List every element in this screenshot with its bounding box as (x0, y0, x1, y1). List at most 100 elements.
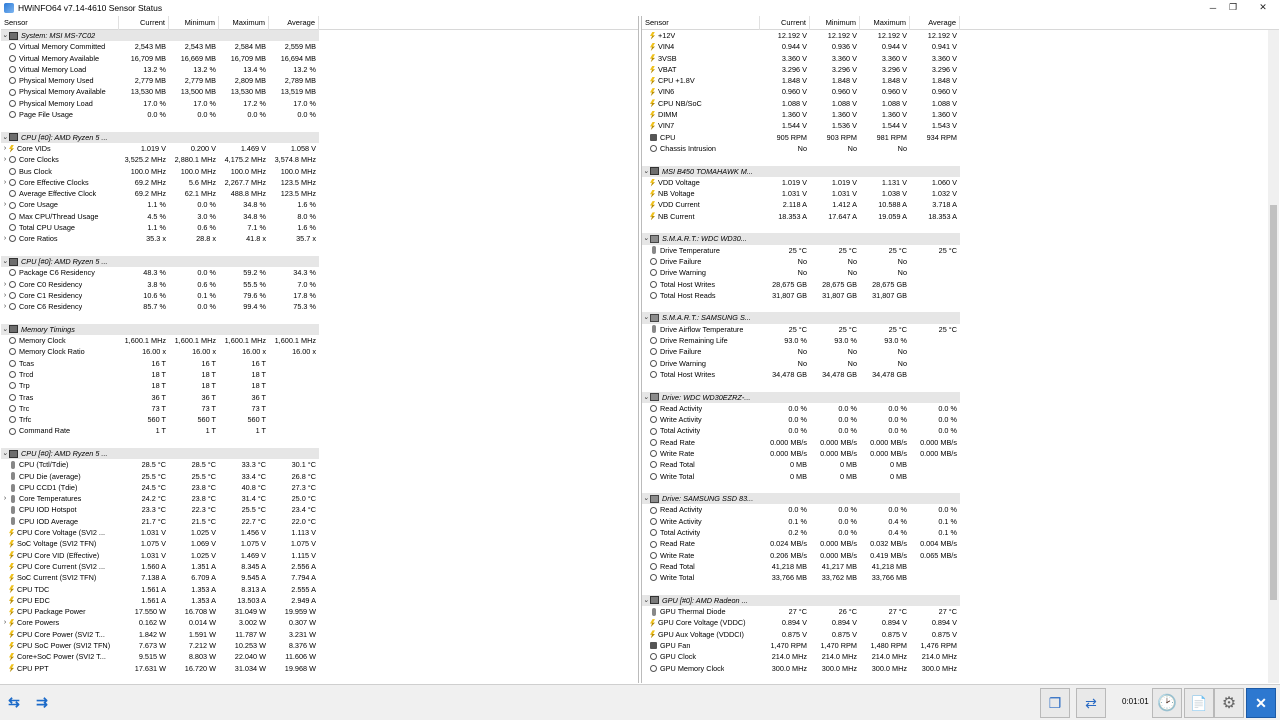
sensor-row[interactable]: Trfc 560 T 560 T 560 T (1, 414, 638, 425)
sensor-row[interactable]: › Core Powers 0.162 W 0.014 W 3.002 W 0.307 W (1, 617, 638, 628)
sensor-row[interactable]: Physical Memory Available 13,530 MB 13,500… (1, 86, 638, 97)
sensor-row[interactable]: Read Rate 0.024 MB/s 0.000 MB/s 0.032 MB/s 0… (642, 538, 1279, 549)
sensor-row[interactable]: SoC Current (SVI2 TFN) 7.138 A 6.709 A 9.54… (1, 572, 638, 583)
sensor-row[interactable]: CPU +1.8V 1.848 V 1.848 V 1.848 V 1.848 V (642, 75, 1279, 86)
sensor-row[interactable]: CPU Die (average) 25.5 °C 25.5 °C 33.4 °C 26… (1, 471, 638, 482)
expand-toggle-icon[interactable]: › (1, 233, 9, 244)
sensor-group-header[interactable]: ⌄ S.M.A.R.T.: SAMSUNG S... (642, 312, 960, 324)
column-maximum[interactable]: Maximum (219, 16, 269, 30)
sensor-row[interactable]: Total Host Writes 28,675 GB 28,675 GB 28,67… (642, 279, 1279, 290)
sensor-row[interactable]: Package C6 Residency 48.3 % 0.0 % 59.2 % 34.… (1, 267, 638, 278)
sensor-row[interactable]: +12V 12.192 V 12.192 V 12.192 V 12.192 V (642, 30, 1279, 41)
collapse-toggle-icon[interactable]: ⌄ (642, 392, 650, 403)
sensor-row[interactable]: › Core Temperatures 24.2 °C 23.8 °C 31.4 °C 2… (1, 493, 638, 504)
sensor-row[interactable]: Trcd 18 T 18 T 18 T (1, 369, 638, 380)
sensor-row[interactable]: › Core Ratios 35.3 x 28.8 x 41.8 x 35.7 x (1, 233, 638, 244)
sensor-row[interactable]: VIN6 0.960 V 0.960 V 0.960 V 0.960 V (642, 86, 1279, 97)
expand-toggle-icon[interactable]: › (1, 617, 9, 628)
sensor-row[interactable]: Chassis Intrusion No No No (642, 143, 1279, 154)
sensor-row[interactable]: Read Activity 0.0 % 0.0 % 0.0 % 0.0 % (642, 403, 1279, 414)
sensor-row[interactable]: VDD Voltage 1.019 V 1.019 V 1.131 V 1.060 V (642, 177, 1279, 188)
sensor-row[interactable]: Total Host Writes 34,478 GB 34,478 GB 34,47… (642, 369, 1279, 380)
sensor-group-header[interactable]: ⌄ CPU [#0]: AMD Ryzen 5 ... (1, 447, 319, 460)
sensor-row[interactable]: › Core C6 Residency 85.7 % 0.0 % 99.4 % 75.3 … (1, 301, 638, 312)
sensor-row[interactable]: Command Rate 1 T 1 T 1 T (1, 425, 638, 436)
sensor-row[interactable]: CPU Core Current (SVI2 ... 1.560 A 1.351 A… (1, 561, 638, 572)
sensor-row[interactable]: CPU Core Power (SVI2 T... 1.842 W 1.591 W 1… (1, 629, 638, 640)
sensor-row[interactable]: Tras 36 T 36 T 36 T (1, 392, 638, 403)
expand-toggle-icon[interactable]: › (1, 279, 9, 290)
sensor-row[interactable]: CPU PPT 17.631 W 16.720 W 31.034 W 19.968 W (1, 663, 638, 674)
close-button[interactable]: ✕ (1246, 688, 1276, 718)
sensor-row[interactable]: Virtual Memory Committed 2,543 MB 2,543 MB… (1, 41, 638, 52)
collapse-toggle-icon[interactable]: ⌄ (1, 448, 9, 459)
sensor-row[interactable]: VIN7 1.544 V 1.536 V 1.544 V 1.543 V (642, 120, 1279, 131)
reset-timer-button[interactable]: 🕑 (1152, 688, 1182, 718)
sensor-row[interactable]: Max CPU/Thread Usage 4.5 % 3.0 % 34.8 % 8.0 … (1, 211, 638, 222)
sensor-row[interactable]: CPU IOD Average 21.7 °C 21.5 °C 22.7 °C 22.0… (1, 516, 638, 527)
sensor-row[interactable]: CPU TDC 1.561 A 1.353 A 8.313 A 2.555 A (1, 584, 638, 595)
collapse-arrows-icon[interactable]: ⇆ (3, 693, 25, 711)
sensor-group-header[interactable]: ⌄ Drive: SAMSUNG SSD 83... (642, 493, 960, 505)
scrollbar-thumb[interactable] (1270, 205, 1277, 600)
sensor-group-header[interactable]: ⌄ S.M.A.R.T.: WDC WD30... (642, 233, 960, 245)
sensor-row[interactable]: Trp 18 T 18 T 18 T (1, 380, 638, 391)
sensor-row[interactable]: Drive Temperature 25 °C 25 °C 25 °C 25 °C (642, 245, 1279, 256)
expand-toggle-icon[interactable]: › (1, 290, 9, 301)
expand-toggle-icon[interactable]: › (1, 143, 9, 154)
sensor-row[interactable]: Average Effective Clock 69.2 MHz 62.1 MHz 4… (1, 188, 638, 199)
sensor-row[interactable]: CPU SoC Power (SVI2 TFN) 7.673 W 7.212 W 10… (1, 640, 638, 651)
restore-icon[interactable]: ❐ (1216, 0, 1250, 15)
sensor-row[interactable]: GPU Core Voltage (VDDC) 0.894 V 0.894 V 0.8… (642, 617, 1279, 628)
switch-layout-button[interactable]: ⇄ (1076, 688, 1106, 718)
sensor-group-header[interactable]: ⌄ System: MSI MS-7C02 (1, 30, 319, 42)
sensor-group-header[interactable]: ⌄ CPU [#0]: AMD Ryzen 5 ... (1, 255, 319, 268)
collapse-toggle-icon[interactable]: ⌄ (642, 595, 650, 606)
sensor-row[interactable]: Memory Clock 1,600.1 MHz 1,600.1 MHz 1,600.… (1, 335, 638, 346)
sensor-row[interactable]: CPU Core VID (Effective) 1.031 V 1.025 V 1.… (1, 550, 638, 561)
sensor-row[interactable]: › Core C1 Residency 10.6 % 0.1 % 79.6 % 17.8 … (1, 290, 638, 301)
sensor-group-header[interactable]: ⌄ CPU [#0]: AMD Ryzen 5 ... (1, 131, 319, 143)
sensor-row[interactable]: Drive Airflow Temperature 25 °C 25 °C 25 °C… (642, 324, 1279, 335)
sensor-row[interactable]: GPU Fan 1,470 RPM 1,470 RPM 1,480 RPM 1,476 … (642, 640, 1279, 651)
sensor-row[interactable]: Drive Warning No No No (642, 358, 1279, 369)
column-sensor[interactable]: Sensor (1, 16, 119, 30)
expand-toggle-icon[interactable]: › (1, 493, 9, 504)
sensor-row[interactable]: Virtual Memory Load 13.2 % 13.2 % 13.4 % 13.… (1, 64, 638, 75)
sensor-row[interactable]: › Core Effective Clocks 69.2 MHz 5.6 MHz 2,2… (1, 177, 638, 188)
sensor-row[interactable]: Write Rate 0.206 MB/s 0.000 MB/s 0.419 MB/s… (642, 550, 1279, 561)
sensor-row[interactable]: Write Activity 0.0 % 0.0 % 0.0 % 0.0 % (642, 414, 1279, 425)
sensor-row[interactable]: CPU IOD Hotspot 23.3 °C 22.3 °C 25.5 °C 23.4… (1, 504, 638, 515)
sensor-group-header[interactable]: ⌄ Drive: WDC WD30EZRZ-... (642, 391, 960, 403)
collapse-toggle-icon[interactable]: ⌄ (1, 256, 9, 267)
collapse-toggle-icon[interactable]: ⌄ (642, 312, 650, 323)
collapse-toggle-icon[interactable]: ⌄ (642, 233, 650, 244)
sensor-row[interactable]: Drive Remaining Life 93.0 % 93.0 % 93.0 % (642, 335, 1279, 346)
collapse-toggle-icon[interactable]: ⌄ (1, 132, 9, 143)
sensor-row[interactable]: CPU NB/SoC 1.088 V 1.088 V 1.088 V 1.088 V (642, 98, 1279, 109)
sensor-group-header[interactable]: ⌄ Memory Timings (1, 323, 319, 336)
collapse-toggle-icon[interactable]: ⌄ (1, 30, 9, 41)
column-maximum[interactable]: Maximum (860, 16, 910, 30)
column-current[interactable]: Current (760, 16, 810, 30)
sensor-row[interactable]: Write Rate 0.000 MB/s 0.000 MB/s 0.000 MB/s… (642, 448, 1279, 459)
sensor-row[interactable]: Write Activity 0.1 % 0.0 % 0.4 % 0.1 % (642, 516, 1279, 527)
sensor-row[interactable]: CPU Core Voltage (SVI2 ... 1.031 V 1.025 V… (1, 527, 638, 538)
sensor-row[interactable]: Write Total 0 MB 0 MB 0 MB (642, 471, 1279, 482)
sensor-row[interactable]: Total Activity 0.0 % 0.0 % 0.0 % 0.0 % (642, 425, 1279, 436)
expand-toggle-icon[interactable]: › (1, 301, 9, 312)
sensor-row[interactable]: Read Total 0 MB 0 MB 0 MB (642, 459, 1279, 470)
sensor-row[interactable]: DIMM 1.360 V 1.360 V 1.360 V 1.360 V (642, 109, 1279, 120)
sensor-row[interactable]: Drive Failure No No No (642, 346, 1279, 357)
column-average[interactable]: Average (910, 16, 960, 30)
sensor-row[interactable]: 3VSB 3.360 V 3.360 V 3.360 V 3.360 V (642, 53, 1279, 64)
collapse-toggle-icon[interactable]: ⌄ (642, 493, 650, 504)
collapse-toggle-icon[interactable]: ⌄ (642, 166, 650, 177)
sensor-row[interactable]: Physical Memory Load 17.0 % 17.0 % 17.2 % 17… (1, 98, 638, 109)
sensor-group-header[interactable]: ⌄ MSI B450 TOMAHAWK M... (642, 165, 960, 177)
column-current[interactable]: Current (119, 16, 169, 30)
sensor-row[interactable]: Read Activity 0.0 % 0.0 % 0.0 % 0.0 % (642, 504, 1279, 515)
logging-button[interactable]: 📄 (1184, 688, 1214, 718)
sensor-row[interactable]: CPU Package Power 17.550 W 16.708 W 31.049 … (1, 606, 638, 617)
sensor-row[interactable]: Trc 73 T 73 T 73 T (1, 403, 638, 414)
